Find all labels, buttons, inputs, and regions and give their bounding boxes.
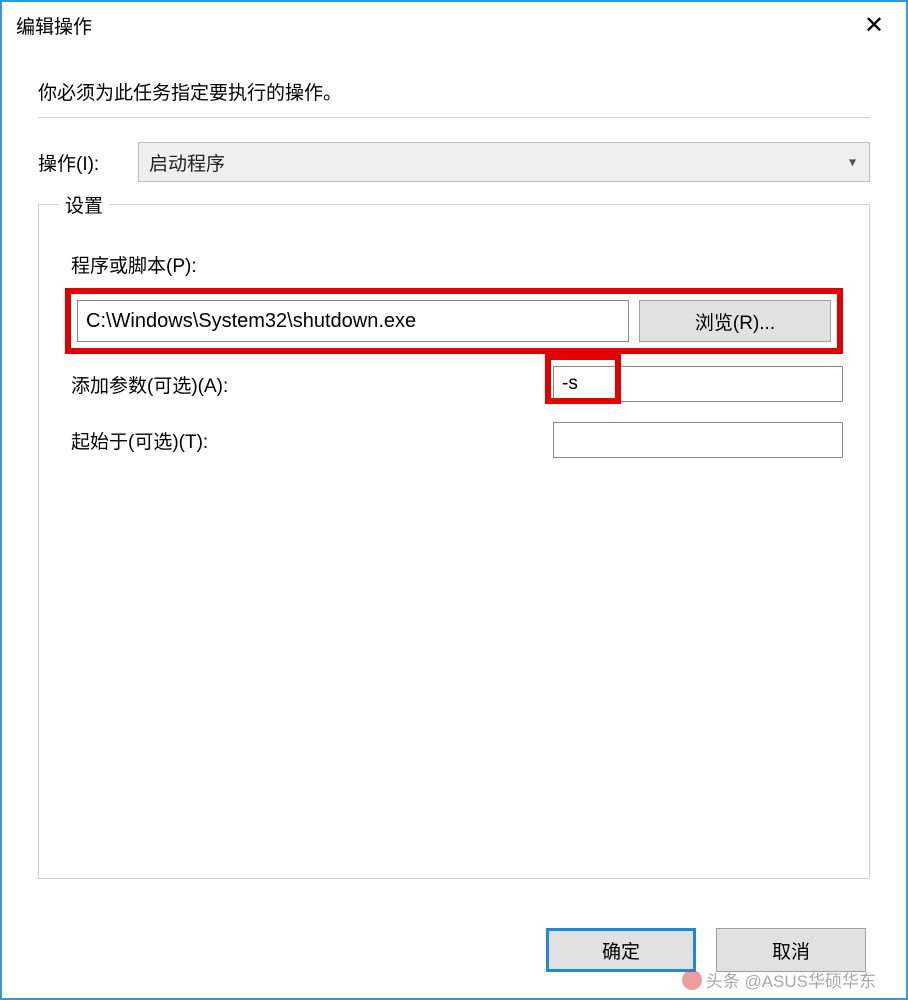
ok-button[interactable]: 确定: [546, 928, 696, 972]
close-button[interactable]: ✕: [848, 2, 900, 50]
content-area: 你必须为此任务指定要执行的操作。 操作(I): ▾ 设置 程序或脚本(P): 浏…: [2, 50, 906, 879]
program-label: 程序或脚本(P):: [71, 251, 843, 278]
startin-row: 起始于(可选)(T):: [71, 422, 843, 458]
arguments-input-wrap: [553, 362, 843, 406]
program-row-highlight: 浏览(R)...: [65, 288, 843, 354]
close-icon: ✕: [864, 14, 884, 38]
arguments-input[interactable]: [553, 366, 843, 402]
program-input[interactable]: [77, 300, 629, 342]
window-title: 编辑操作: [16, 12, 92, 39]
separator: [38, 117, 870, 118]
startin-label: 起始于(可选)(T):: [71, 427, 553, 454]
watermark-icon: [682, 970, 702, 990]
settings-fieldset: 设置 程序或脚本(P): 浏览(R)... 添加参数(可选)(A): 起始于(可…: [38, 204, 870, 879]
arguments-label: 添加参数(可选)(A):: [71, 371, 553, 398]
browse-button[interactable]: 浏览(R)...: [639, 300, 831, 342]
dialog-buttons: 确定 取消: [546, 928, 866, 972]
action-label: 操作(I):: [38, 149, 138, 176]
settings-legend: 设置: [59, 191, 109, 218]
startin-input[interactable]: [553, 422, 843, 458]
action-row: 操作(I): ▾: [38, 142, 870, 182]
arguments-row: 添加参数(可选)(A):: [71, 362, 843, 406]
instruction-text: 你必须为此任务指定要执行的操作。: [38, 78, 870, 105]
cancel-button[interactable]: 取消: [716, 928, 866, 972]
action-select[interactable]: [138, 142, 870, 182]
dialog-window: 编辑操作 ✕ 你必须为此任务指定要执行的操作。 操作(I): ▾ 设置 程序或脚…: [0, 0, 908, 1000]
action-select-wrap: ▾: [138, 142, 870, 182]
titlebar: 编辑操作 ✕: [2, 2, 906, 50]
